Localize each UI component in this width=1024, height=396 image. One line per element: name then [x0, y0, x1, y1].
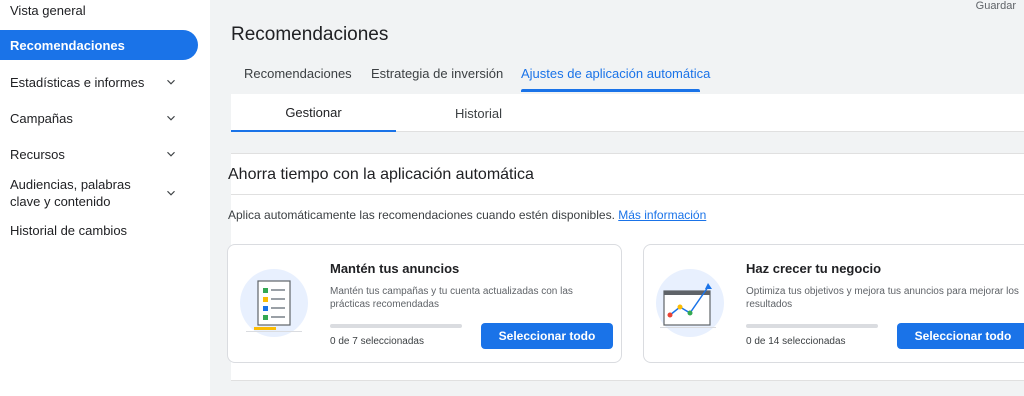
- divider: [231, 194, 1024, 195]
- active-tab-indicator: [521, 89, 700, 92]
- card-crecer-negocio: Haz crecer tu negocio Optimiza tus objet…: [643, 244, 1024, 363]
- select-all-button[interactable]: Seleccionar todo: [897, 323, 1024, 349]
- save-button[interactable]: Guardar: [976, 0, 1016, 12]
- card-description: Mantén tus campañas y tu cuenta actualiz…: [330, 286, 573, 310]
- subtab-gestionar[interactable]: Gestionar: [231, 94, 396, 132]
- select-all-button[interactable]: Seleccionar todo: [481, 323, 613, 349]
- sidebar: Vista general Recomendaciones Estadístic…: [0, 0, 210, 396]
- card-title: Mantén tus anuncios: [330, 261, 460, 276]
- sidebar-item-label: Historial de cambios: [10, 222, 128, 238]
- checklist-illustration-icon: [240, 269, 308, 337]
- tab-estrategia-inversion[interactable]: Estrategia de inversión: [371, 66, 503, 81]
- sidebar-item-label: Recursos: [10, 146, 65, 162]
- sidebar-item-audiencias[interactable]: Audiencias, palabras clave y contenido: [0, 173, 198, 213]
- panel-description: Aplica automáticamente las recomendacion…: [228, 208, 706, 222]
- progress-bar: [746, 324, 878, 328]
- tab-ajustes-aplicacion-automatica[interactable]: Ajustes de aplicación automática: [521, 66, 710, 81]
- chevron-down-icon[interactable]: [164, 147, 178, 161]
- growth-chart-illustration-icon: [656, 269, 724, 337]
- sidebar-item-vista-general[interactable]: Vista general: [0, 0, 198, 20]
- chevron-down-icon[interactable]: [164, 186, 178, 200]
- sidebar-item-recomendaciones[interactable]: Recomendaciones: [0, 30, 198, 60]
- tab-recomendaciones[interactable]: Recomendaciones: [244, 66, 352, 81]
- selected-count: 0 de 14 seleccionadas: [746, 336, 846, 347]
- sidebar-item-label: Audiencias, palabras clave y contenido: [10, 177, 131, 209]
- learn-more-link[interactable]: Más información: [618, 208, 706, 222]
- progress-bar: [330, 324, 462, 328]
- subtab-historial[interactable]: Historial: [396, 94, 561, 132]
- sidebar-item-historial-cambios[interactable]: Historial de cambios: [0, 218, 198, 242]
- panel-description-text: Aplica automáticamente las recomendacion…: [228, 208, 615, 222]
- card-description: Optimiza tus objetivos y mejora tus anun…: [746, 286, 1019, 310]
- sidebar-item-label: Vista general: [10, 2, 86, 18]
- panel-title: Ahorra tiempo con la aplicación automáti…: [228, 166, 534, 183]
- sidebar-item-campanas[interactable]: Campañas: [0, 104, 198, 132]
- card-title: Haz crecer tu negocio: [746, 261, 882, 276]
- tab-bar: Recomendaciones Estrategia de inversión …: [231, 58, 1024, 92]
- sidebar-item-label: Estadísticas e informes: [10, 74, 145, 90]
- selected-count: 0 de 7 seleccionadas: [330, 336, 424, 347]
- sidebar-item-estadisticas[interactable]: Estadísticas e informes: [0, 68, 198, 96]
- card-mantener-anuncios: Mantén tus anuncios Mantén tus campañas …: [227, 244, 622, 363]
- auto-apply-panel: Ahorra tiempo con la aplicación automáti…: [227, 153, 1024, 381]
- chevron-down-icon[interactable]: [164, 75, 178, 89]
- subtab-bar: Gestionar Historial: [231, 94, 1024, 132]
- sidebar-item-label: Campañas: [10, 110, 73, 126]
- chevron-down-icon[interactable]: [164, 111, 178, 125]
- page-title: Recomendaciones: [231, 24, 389, 45]
- sidebar-item-label: Recomendaciones: [10, 37, 125, 53]
- main-content: Guardar Recomendaciones Recomendaciones …: [227, 0, 1024, 396]
- sidebar-item-recursos[interactable]: Recursos: [0, 140, 198, 168]
